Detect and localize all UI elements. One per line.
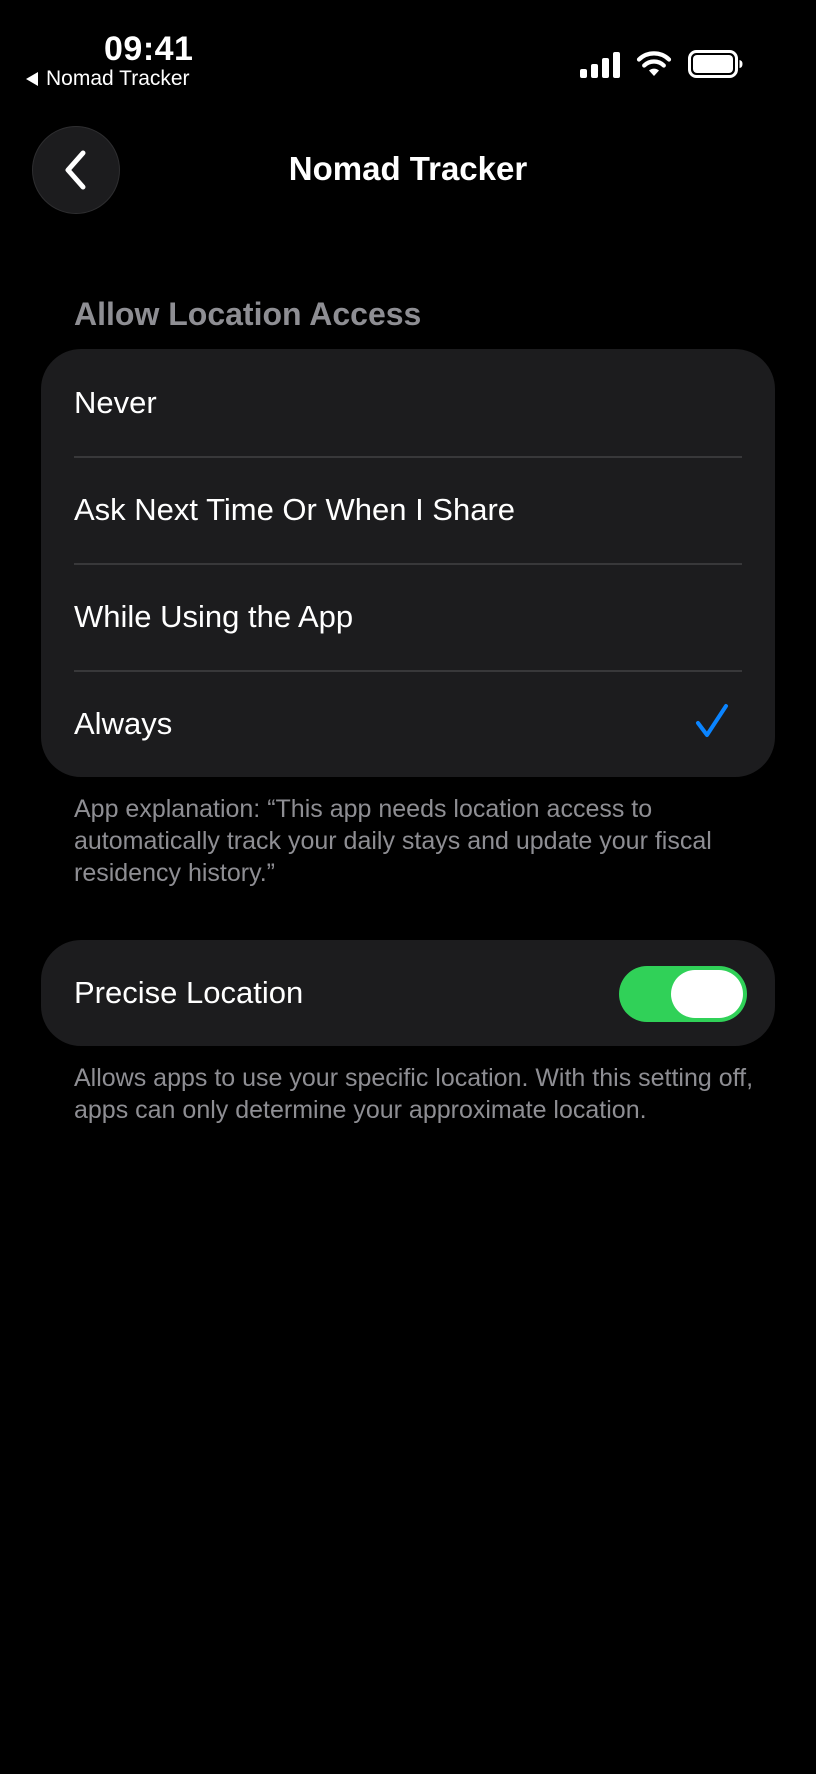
status-icons xyxy=(580,50,744,78)
option-label: Ask Next Time Or When I Share xyxy=(74,491,516,527)
toggle-knob xyxy=(671,970,743,1018)
option-always[interactable]: Always xyxy=(41,670,775,777)
precise-location-footnote: Allows apps to use your specific locatio… xyxy=(74,1064,754,1124)
return-to-app-link[interactable]: Nomad Tracker xyxy=(26,67,190,91)
option-label: Never xyxy=(74,384,157,420)
status-time: 09:41 xyxy=(104,30,194,68)
precise-location-group: Precise Location xyxy=(41,940,775,1046)
return-app-label: Nomad Tracker xyxy=(46,67,190,90)
app-explanation-text: App explanation: “This app needs locatio… xyxy=(74,795,712,887)
option-while-using[interactable]: While Using the App xyxy=(41,563,775,670)
option-label: While Using the App xyxy=(74,598,354,634)
option-never[interactable]: Never xyxy=(41,349,775,456)
checkmark-icon xyxy=(696,704,728,737)
location-access-options: Never Ask Next Time Or When I Share Whil… xyxy=(41,349,775,777)
option-ask-next-time[interactable]: Ask Next Time Or When I Share xyxy=(41,456,775,563)
section-header-location-access: Allow Location Access xyxy=(74,296,422,332)
precise-location-row: Precise Location xyxy=(41,940,775,1046)
cellular-signal-icon xyxy=(580,50,620,78)
precise-location-label: Precise Location xyxy=(74,975,304,1010)
back-triangle-icon xyxy=(26,72,38,86)
page-title: Nomad Tracker xyxy=(288,150,528,187)
option-label: Always xyxy=(74,705,173,741)
wifi-icon xyxy=(636,51,672,76)
precise-location-toggle[interactable] xyxy=(619,966,747,1022)
battery-icon xyxy=(688,50,743,78)
